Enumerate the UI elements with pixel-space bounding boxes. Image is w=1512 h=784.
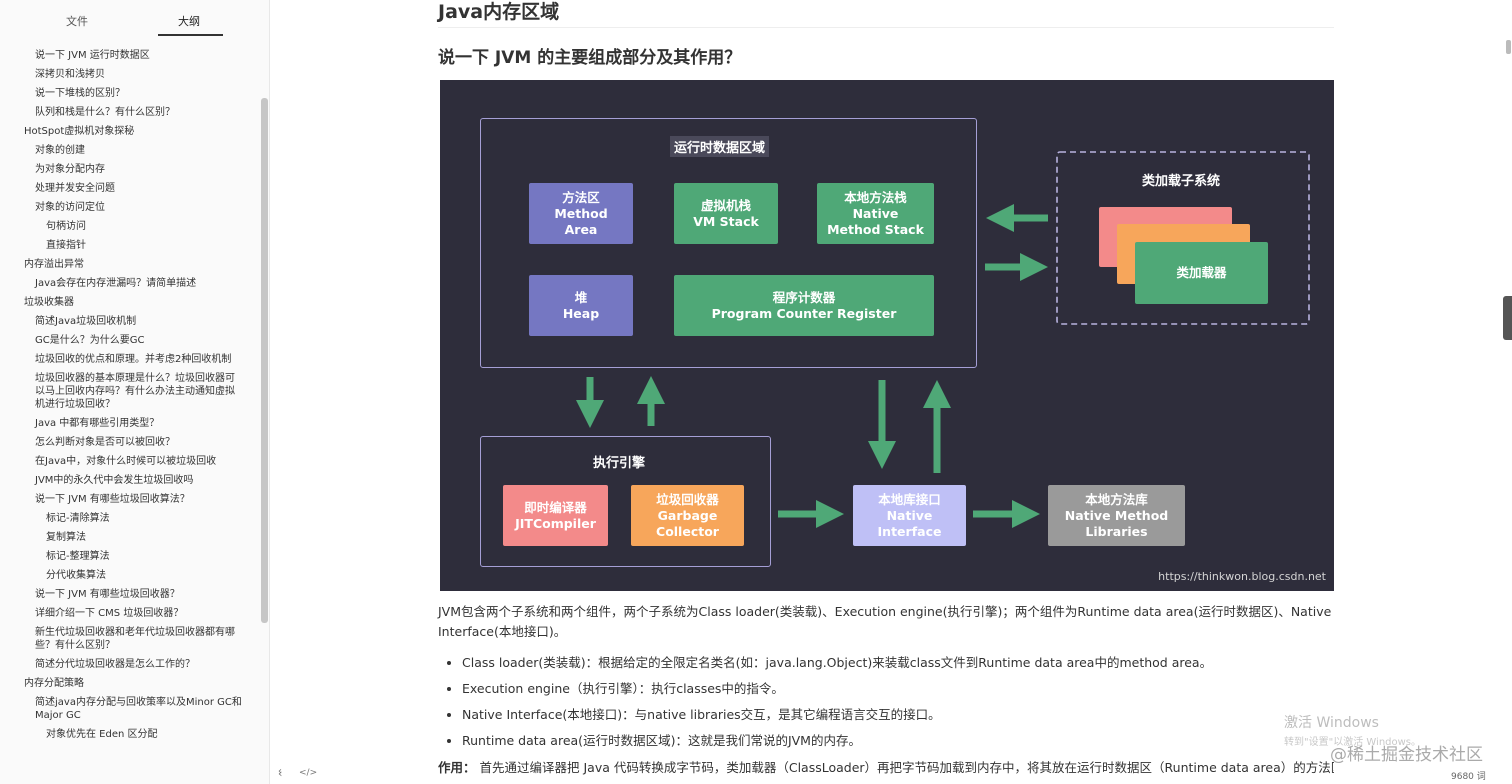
heap-label-en: Heap (562, 305, 600, 321)
outline-item[interactable]: GC是什么？为什么要GC (0, 331, 258, 350)
outline-item[interactable]: 直接指针 (0, 236, 258, 255)
native-libs-label-en2: Libraries (1085, 523, 1148, 539)
heap-label-cn: 堆 (574, 289, 588, 305)
native-stack-label-en1: Native (852, 205, 899, 221)
list-item: Runtime data area(运行时数据区域)：这就是我们常说的JVM的内… (462, 728, 1342, 754)
native-stack-label-cn: 本地方法栈 (844, 189, 907, 205)
paragraph-jvm-overview: JVM包含两个子系统和两个组件，两个子系统为Class loader(类装载)、… (438, 604, 1332, 639)
purpose-label: 作用： (438, 760, 476, 775)
outline-item[interactable]: JVM中的永久代中会发生垃圾回收吗 (0, 471, 258, 490)
native-method-stack-box: 本地方法栈 Native Method Stack (817, 183, 934, 244)
method-area-box: 方法区 Method Area (529, 183, 633, 244)
jit-label-cn: 即时编译器 (524, 499, 587, 515)
gc-label-en2: Collector (656, 523, 719, 539)
outline-item[interactable]: 简述Java垃圾回收机制 (0, 312, 258, 331)
word-count: 9680 词 (1451, 772, 1486, 782)
diagram-source-url: https://thinkwon.blog.csdn.net (1158, 570, 1326, 583)
outline-item[interactable]: 详细介绍一下 CMS 垃圾回收器？ (0, 604, 258, 623)
outline-item[interactable]: 对象的访问定位 (0, 198, 258, 217)
garbage-collector-box: 垃圾回收器 Garbage Collector (631, 485, 744, 546)
outline-item[interactable]: 对象的创建 (0, 141, 258, 160)
heading-jvm-components: 说一下 JVM 的主要组成部分及其作用？ (438, 48, 742, 68)
windows-activation-title: 激活 Windows (1284, 715, 1379, 731)
vm-stack-label-cn: 虚拟机栈 (700, 197, 751, 213)
outline-item[interactable]: HotSpot虚拟机对象探秘 (0, 122, 258, 141)
active-tab-indicator (158, 34, 223, 36)
outline-item[interactable]: 标记-整理算法 (0, 547, 258, 566)
method-area-label-cn: 方法区 (562, 189, 600, 205)
jit-compiler-box: 即时编译器 JITCompiler (503, 485, 608, 546)
list-item: Execution engine（执行引擎）：执行classes中的指令。 (462, 676, 1342, 702)
outline-item[interactable]: 垃圾回收的优点和原理。并考虑2种回收机制 (0, 350, 258, 369)
outline-item[interactable]: 处理并发安全问题 (0, 179, 258, 198)
native-stack-label-en2: Method Stack (827, 221, 924, 237)
jit-label-en: JITCompiler (515, 515, 596, 531)
pc-label-en: Program Counter Register (711, 305, 897, 321)
vm-stack-box: 虚拟机栈 VM Stack (674, 183, 778, 244)
outline-sidebar: 文件 大纲 说一下 JVM 运行时数据区 深拷贝和浅拷贝 说一下堆栈的区别？ 队列和栈… (0, 0, 282, 784)
classloader-box: 类加载器 (1135, 242, 1268, 304)
heap-box: 堆 Heap (529, 275, 633, 336)
outline-item[interactable]: 内存分配策略 (0, 674, 258, 693)
native-libs-label-cn: 本地方法库 (1085, 491, 1148, 507)
outline-item[interactable]: 简述分代垃圾回收器是怎么工作的？ (0, 655, 258, 674)
outline-item[interactable]: 为对象分配内存 (0, 160, 258, 179)
pc-label-cn: 程序计数器 (772, 289, 836, 305)
sidebar-footer: ‹ (0, 762, 282, 784)
juejin-watermark: @稀土掘金技术社区 (1330, 745, 1483, 765)
outline-item[interactable]: 标记-清除算法 (0, 509, 258, 528)
outline-item[interactable]: 内存溢出异常 (0, 255, 258, 274)
native-interface-label-cn: 本地库接口 (878, 491, 941, 507)
outline-item[interactable]: 说一下 JVM 有哪些垃圾回收器？ (0, 585, 258, 604)
sidebar-scrollbar[interactable] (261, 98, 268, 623)
program-counter-box: 程序计数器 Program Counter Register (674, 275, 934, 336)
runtime-data-area-title: 运行时数据区域 (670, 136, 770, 157)
outline-item[interactable]: Java会存在内存泄漏吗？请简单描述 (0, 274, 258, 293)
outline-item[interactable]: 怎么判断对象是否可以被回收？ (0, 433, 258, 452)
native-method-libraries-box: 本地方法库 Native Method Libraries (1048, 485, 1185, 546)
outline-item[interactable]: 句柄访问 (0, 217, 258, 236)
outline-item[interactable]: 说一下 JVM 运行时数据区 (0, 46, 258, 65)
outline-item[interactable]: 队列和栈是什么？有什么区别？ (0, 103, 258, 122)
execution-engine-title: 执行引擎 (593, 456, 646, 471)
method-area-label-en1: Method (554, 205, 608, 221)
right-panel-handle[interactable] (1503, 296, 1512, 340)
outline-item[interactable]: 分代收集算法 (0, 566, 258, 585)
outline-item[interactable]: 简述java内存分配与回收策率以及Minor GC和Major GC (0, 693, 258, 725)
native-interface-label-en1: Native (886, 507, 933, 523)
outline-item[interactable]: 说一下堆栈的区别？ (0, 84, 258, 103)
vm-stack-label-en: VM Stack (693, 213, 759, 229)
outline-item[interactable]: 深拷贝和浅拷贝 (0, 65, 258, 84)
list-item: Native Interface(本地接口)：与native libraries… (462, 702, 1342, 728)
outline-item[interactable]: Java 中都有哪些引用类型？ (0, 414, 258, 433)
jvm-architecture-diagram: 运行时数据区域 方法区 Method Area 虚拟机栈 VM Stack 本地… (440, 80, 1334, 591)
native-libs-label-en1: Native Method (1064, 507, 1169, 523)
tab-files[interactable]: 文件 (66, 13, 88, 29)
outline-item[interactable]: 复制算法 (0, 528, 258, 547)
main-scrollbar[interactable] (1506, 40, 1511, 54)
method-area-label-en2: Area (564, 221, 598, 237)
outline-item[interactable]: 新生代垃圾回收器和老年代垃圾回收器都有哪些？有什么区别？ (0, 623, 258, 655)
tab-outline[interactable]: 大纲 (178, 13, 200, 29)
outline-item[interactable]: 垃圾回收器的基本原理是什么？垃圾回收器可以马上回收内存吗？有什么办法主动通知虚拟… (0, 369, 258, 414)
outline-item[interactable]: 在Java中，对象什么时候可以被垃圾回收 (0, 452, 258, 471)
component-list: Class loader(类装载)：根据给定的全限定名类名(如：java.lan… (462, 650, 1342, 754)
gc-label-en1: Garbage (657, 507, 718, 523)
editor-main: Java内存区域 说一下 JVM 的主要组成部分及其作用？ 运行时数据区域 方法… (270, 0, 1512, 784)
native-interface-box: 本地库接口 Native Interface (853, 485, 966, 546)
heading-java-memory: Java内存区域 (438, 1, 560, 23)
classloader-subsystem-title: 类加载子系统 (1142, 174, 1221, 189)
outline-item[interactable]: 垃圾收集器 (0, 293, 258, 312)
heading-divider (438, 27, 1334, 28)
paragraph-purpose: 作用： 首先通过编译器把 Java 代码转换成字节码，类加载器（ClassLoa… (438, 758, 1334, 778)
gc-label-cn: 垃圾回收器 (656, 491, 719, 507)
list-item: Class loader(类装载)：根据给定的全限定名类名(如：java.lan… (462, 650, 1342, 676)
purpose-text: 首先通过编译器把 Java 代码转换成字节码，类加载器（ClassLoader）… (479, 760, 1335, 775)
outline-item[interactable]: 说一下 JVM 有哪些垃圾回收算法？ (0, 490, 258, 509)
sidebar-tabs: 文件 大纲 (0, 0, 270, 40)
native-interface-label-en2: Interface (877, 523, 942, 539)
outline-item[interactable]: 对象优先在 Eden 区分配 (0, 725, 258, 744)
outline-list: 说一下 JVM 运行时数据区 深拷贝和浅拷贝 说一下堆栈的区别？ 队列和栈是什么？有什… (0, 46, 258, 768)
